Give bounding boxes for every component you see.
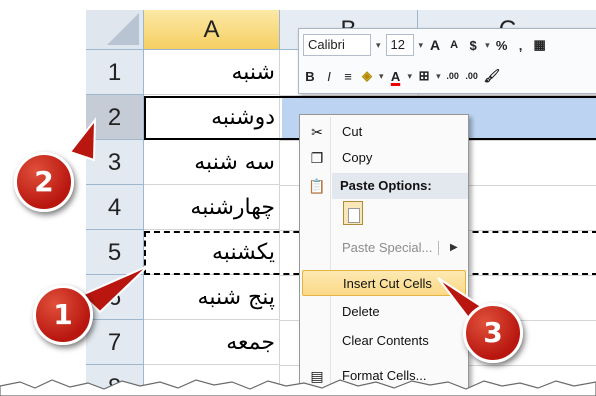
callout-badge-1: 1 xyxy=(33,285,93,345)
callout-badge-3: 3 xyxy=(463,303,523,363)
callout-badge-2: 2 xyxy=(14,152,74,212)
callout-1-tail xyxy=(80,265,149,314)
callout-2-tail xyxy=(68,116,97,162)
screenshot-stage: A B C 1 شنبه 2 دوشنبه 3 سه شنبه 4 چهارشن… xyxy=(0,0,596,396)
torn-edge xyxy=(0,379,596,396)
